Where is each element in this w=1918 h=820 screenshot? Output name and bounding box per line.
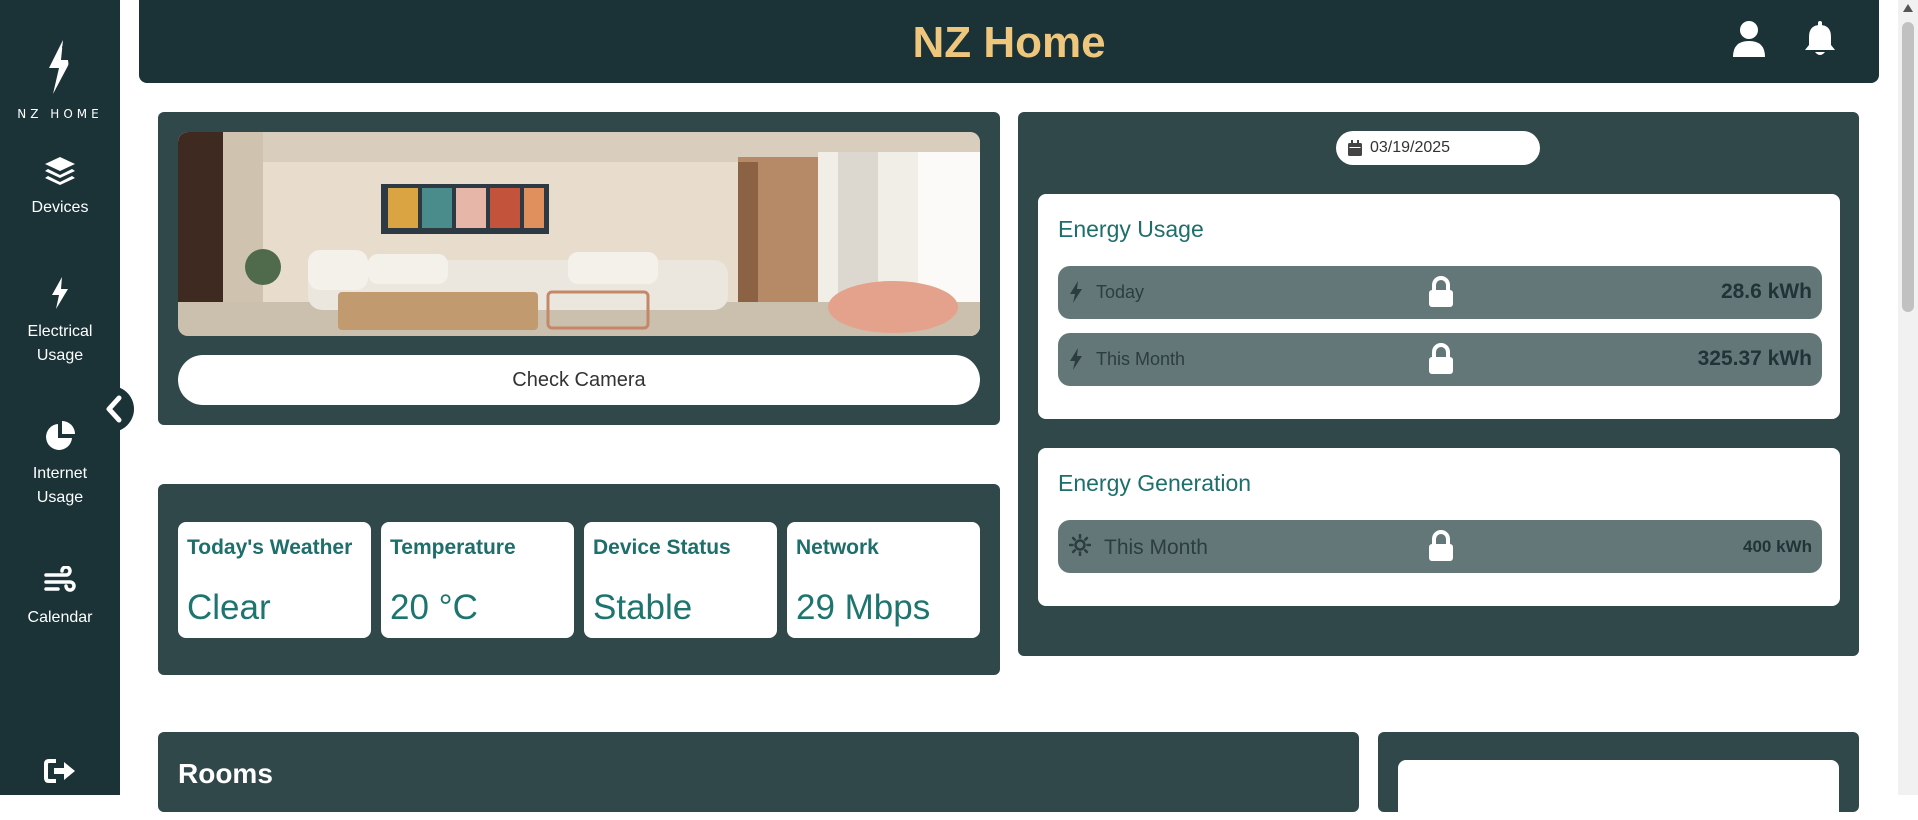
stat-value: 29 Mbps bbox=[796, 588, 931, 627]
living-room-image bbox=[178, 132, 980, 336]
sidebar-item-calendar[interactable]: Calendar bbox=[0, 566, 120, 630]
scrollbar-track[interactable] bbox=[1898, 0, 1918, 795]
energy-row-today[interactable]: Today 28.6 kWh bbox=[1058, 266, 1822, 319]
secondary-card bbox=[1398, 760, 1839, 820]
stat-value: 20 °C bbox=[390, 588, 478, 627]
bell-icon bbox=[1805, 21, 1835, 55]
check-camera-button[interactable]: Check Camera bbox=[178, 355, 980, 405]
row-value: 28.6 kWh bbox=[1720, 280, 1812, 303]
page-title: NZ Home bbox=[912, 18, 1106, 67]
device-status-card: Device Status Stable bbox=[584, 522, 777, 638]
sidebar-item-label: Calendar bbox=[27, 609, 93, 626]
row-value: 400 kWh bbox=[1743, 537, 1812, 556]
stat-label: Today's Weather bbox=[187, 536, 353, 559]
row-label: This Month bbox=[1096, 349, 1186, 369]
energy-usage-card: Energy Usage Today 28.6 kWh This Month 3… bbox=[1038, 194, 1840, 419]
temperature-card: Temperature 20 °C bbox=[381, 522, 574, 638]
lock-icon bbox=[1429, 530, 1453, 561]
scroll-up-icon[interactable] bbox=[1903, 4, 1913, 12]
card-title: Energy Generation bbox=[1058, 470, 1252, 496]
sidebar-item-label: Electrical Usage bbox=[27, 323, 93, 364]
bolt-icon bbox=[1070, 348, 1082, 370]
row-label: Today bbox=[1096, 282, 1145, 302]
sidebar-collapse-button[interactable] bbox=[98, 386, 134, 432]
sidebar-item-devices[interactable]: Devices bbox=[0, 156, 120, 220]
stat-value: Stable bbox=[593, 588, 693, 627]
top-header: NZ Home bbox=[139, 0, 1879, 83]
layers-icon bbox=[45, 157, 75, 185]
logo-text: NZ HOME bbox=[17, 107, 103, 121]
user-profile-button[interactable] bbox=[1732, 20, 1766, 63]
pie-chart-icon bbox=[46, 421, 75, 450]
weather-card: Today's Weather Clear bbox=[178, 522, 371, 638]
card-title: Energy Usage bbox=[1058, 216, 1204, 242]
lock-icon bbox=[1429, 343, 1453, 374]
energy-panel: 03/19/2025 Energy Usage Today 28.6 kWh T… bbox=[1018, 112, 1859, 656]
scrollbar-thumb[interactable] bbox=[1902, 22, 1914, 312]
row-label: This Month bbox=[1104, 536, 1208, 559]
sun-icon bbox=[1069, 534, 1091, 556]
stat-label: Device Status bbox=[593, 536, 731, 559]
calendar-icon bbox=[1348, 140, 1362, 156]
camera-panel: Check Camera bbox=[158, 112, 1000, 425]
stat-value: Clear bbox=[187, 588, 271, 627]
app-logo[interactable]: NZ HOME bbox=[0, 38, 120, 121]
energy-row-this-month[interactable]: This Month 325.37 kWh bbox=[1058, 333, 1822, 386]
rooms-panel: Rooms bbox=[158, 732, 1359, 812]
row-value: 325.37 kWh bbox=[1697, 347, 1812, 370]
logo-bolt-icon bbox=[49, 40, 72, 94]
logout-button[interactable] bbox=[44, 758, 76, 789]
sign-out-icon bbox=[44, 759, 75, 783]
date-value: 03/19/2025 bbox=[1370, 139, 1451, 156]
stat-label: Network bbox=[796, 536, 879, 559]
sidebar-item-internet-usage[interactable]: Internet Usage bbox=[0, 420, 120, 510]
bolt-icon bbox=[1070, 281, 1082, 303]
bolt-icon bbox=[52, 277, 68, 309]
energy-generation-card: Energy Generation This Month 400 kWh bbox=[1038, 448, 1840, 606]
secondary-panel bbox=[1378, 732, 1859, 820]
sidebar-item-label: Devices bbox=[31, 199, 89, 216]
sidebar-item-label: Internet Usage bbox=[32, 465, 88, 506]
date-picker[interactable]: 03/19/2025 bbox=[1336, 131, 1540, 165]
lock-icon bbox=[1429, 276, 1453, 307]
stat-label: Temperature bbox=[390, 536, 516, 559]
rooms-title: Rooms bbox=[178, 758, 273, 789]
network-card: Network 29 Mbps bbox=[787, 522, 980, 638]
wind-icon bbox=[44, 566, 76, 592]
notifications-button[interactable] bbox=[1803, 20, 1837, 63]
generation-row-this-month[interactable]: This Month 400 kWh bbox=[1058, 520, 1822, 573]
status-panel: Today's Weather Clear Temperature 20 °C … bbox=[158, 484, 1000, 675]
user-icon bbox=[1733, 21, 1765, 57]
chevron-left-icon bbox=[106, 395, 122, 423]
sidebar-item-electrical-usage[interactable]: Electrical Usage bbox=[0, 276, 120, 368]
